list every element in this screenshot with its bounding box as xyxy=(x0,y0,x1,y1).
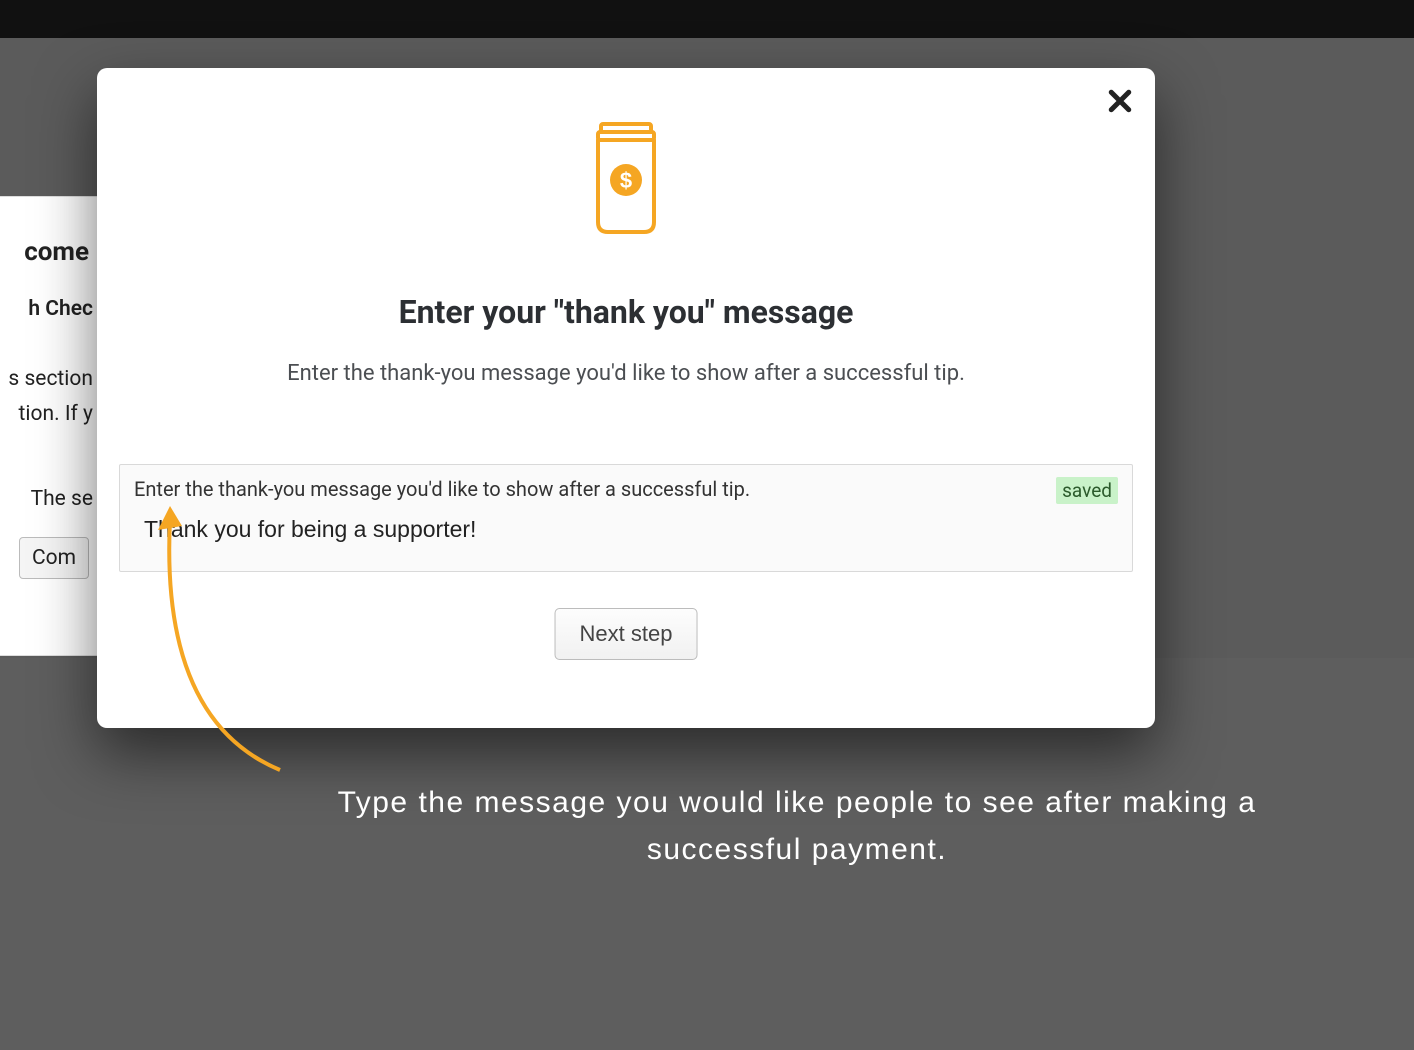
bg-row-fragment: s section xyxy=(8,367,93,391)
saved-badge: saved xyxy=(1056,477,1118,504)
background-partial-card: come h Chec s section tion. If y The se … xyxy=(0,196,100,656)
modal-subtitle: Enter the thank-you message you'd like t… xyxy=(97,358,1155,390)
close-icon[interactable] xyxy=(1105,86,1135,116)
bg-row-fragment: The se xyxy=(31,487,93,511)
bg-heading-fragment: come xyxy=(24,237,89,267)
next-step-button[interactable]: Next step xyxy=(555,608,698,660)
tip-jar-icon: $ xyxy=(576,118,676,238)
field-label: Enter the thank-you message you'd like t… xyxy=(134,477,750,501)
thank-you-input[interactable] xyxy=(134,516,1118,543)
thank-you-modal: $ Enter your "thank you" message Enter t… xyxy=(97,68,1155,728)
modal-title: Enter your "thank you" message xyxy=(97,293,1155,331)
bg-row-fragment: h Chec xyxy=(28,297,93,321)
svg-text:$: $ xyxy=(620,168,632,193)
thank-you-field: Enter the thank-you message you'd like t… xyxy=(119,464,1133,572)
bg-button-fragment: Com xyxy=(19,537,89,579)
annotation-text: Type the message you would like people t… xyxy=(260,780,1334,873)
top-bar xyxy=(0,0,1414,38)
bg-row-fragment: tion. If y xyxy=(19,402,93,426)
